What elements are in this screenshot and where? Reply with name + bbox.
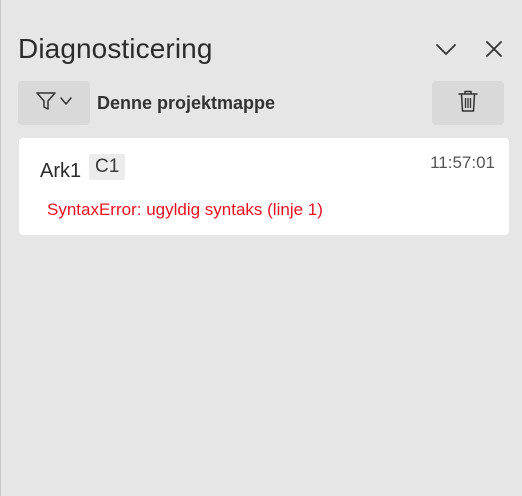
- cell-reference[interactable]: C1: [89, 154, 126, 180]
- diagnostics-pane: Diagnosticering Denne projektmappe Ark1 …: [1, 0, 522, 496]
- sheet-name: Ark1: [40, 160, 82, 182]
- close-button[interactable]: [481, 38, 507, 64]
- clear-diagnostics-button[interactable]: [432, 81, 504, 125]
- chevron-down-icon: [434, 37, 458, 66]
- diagnostic-entry-card[interactable]: Ark1 C1 11:57:01 SyntaxError: ugyldig sy…: [19, 138, 509, 235]
- trash-icon: [457, 89, 479, 118]
- entry-timestamp: 11:57:01: [430, 153, 495, 172]
- filter-button[interactable]: [18, 81, 90, 125]
- pane-title: Diagnosticering: [18, 33, 213, 64]
- close-icon: [483, 38, 505, 65]
- filter-dropdown-chevron-icon: [59, 94, 73, 113]
- scope-label: Denne projektmappe: [97, 93, 276, 113]
- error-message: SyntaxError: ugyldig syntaks (linje 1): [47, 200, 323, 219]
- collapse-button[interactable]: [433, 38, 459, 64]
- filter-icon: [35, 90, 57, 117]
